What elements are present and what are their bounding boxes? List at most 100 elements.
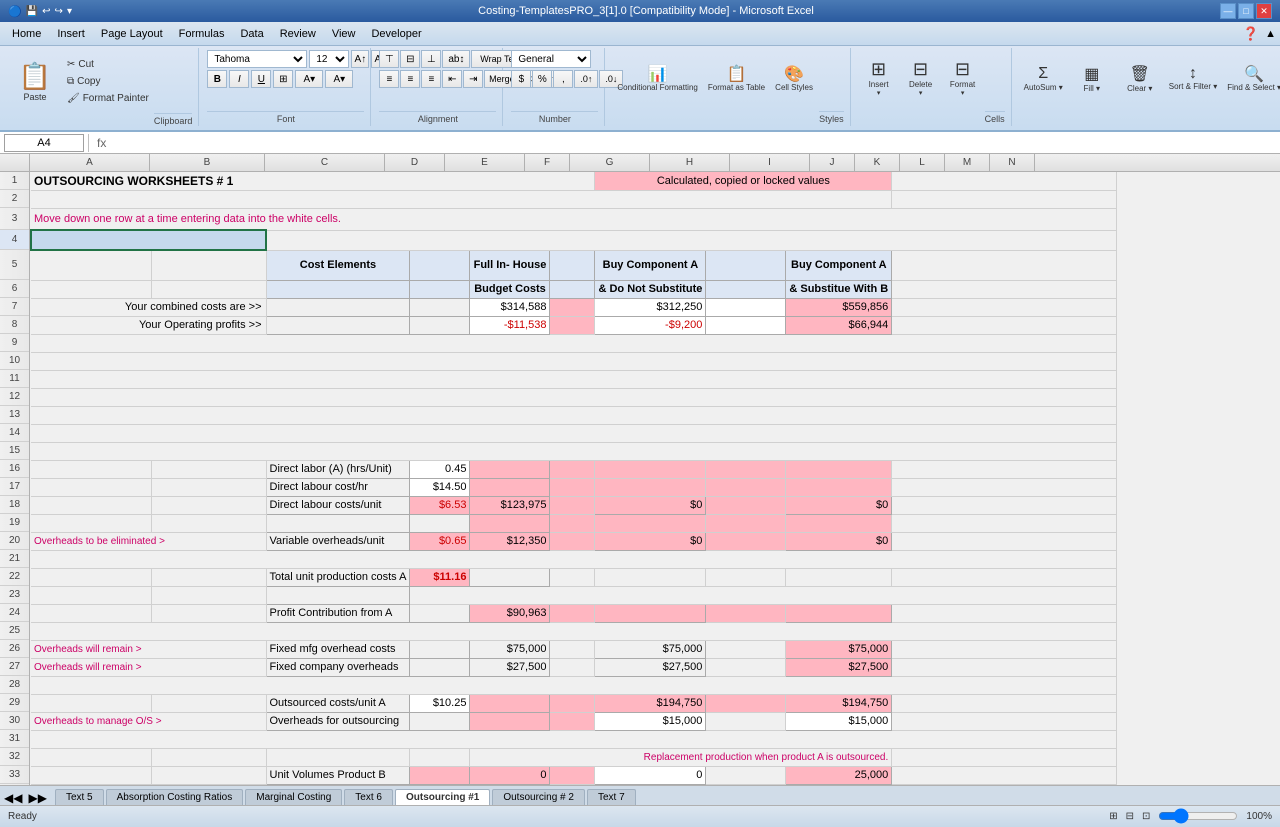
cell-g18[interactable]: $0 (595, 496, 706, 514)
cell-e8[interactable]: -$11,538 (470, 316, 550, 334)
cell-e6[interactable]: Budget Costs (470, 280, 550, 298)
menu-review[interactable]: Review (272, 26, 324, 42)
row-header-7[interactable]: 7 (0, 298, 29, 316)
minimize-btn[interactable]: — (1220, 3, 1236, 19)
col-header-a[interactable]: A (30, 154, 150, 171)
cell-e33[interactable]: 0 (470, 766, 550, 784)
restore-btn[interactable]: □ (1238, 3, 1254, 19)
view-layout-icon[interactable]: ⊟ (1126, 811, 1134, 822)
cell-d18[interactable]: $6.53 (410, 496, 470, 514)
sheet-tab-outsourcing2[interactable]: Outsourcing # 2 (492, 789, 585, 805)
cell-c16[interactable]: Direct labor (A) (hrs/Unit) (266, 460, 410, 478)
corner-select-all[interactable] (0, 154, 30, 171)
cell-d16[interactable]: 0.45 (410, 460, 470, 478)
cell-c30[interactable]: Overheads for outsourcing (266, 712, 410, 730)
col-header-h[interactable]: H (650, 154, 730, 171)
row-header-25[interactable]: 25 (0, 622, 29, 640)
col-header-e[interactable]: E (445, 154, 525, 171)
sheet-tab-text5[interactable]: Text 5 (55, 789, 104, 805)
row-header-26[interactable]: 26 (0, 640, 29, 658)
comma-btn[interactable]: , (553, 70, 573, 88)
row-header-15[interactable]: 15 (0, 442, 29, 460)
cut-button[interactable]: ✂ Cut (62, 57, 154, 72)
conditional-formatting-btn[interactable]: 📊 Conditional Formatting (613, 50, 701, 106)
cell-e26[interactable]: $75,000 (470, 640, 550, 658)
cell-c17[interactable]: Direct labour cost/hr (266, 478, 410, 496)
cell-g33[interactable]: 0 (595, 766, 706, 784)
indent-inc-btn[interactable]: ⇥ (463, 70, 483, 88)
cell-i5[interactable]: Buy Component A (786, 250, 892, 280)
sheet-tab-text7[interactable]: Text 7 (587, 789, 636, 805)
autosum-btn[interactable]: Σ AutoSum ▾ (1020, 50, 1067, 106)
cell-a4[interactable] (31, 230, 266, 250)
row-header-1[interactable]: 1 (0, 172, 29, 190)
cell-a30[interactable]: Overheads to manage O/S > (31, 712, 266, 730)
view-pagebreak-icon[interactable]: ⊡ (1142, 811, 1150, 822)
row-header-13[interactable]: 13 (0, 406, 29, 424)
format-as-table-btn[interactable]: 📋 Format as Table (704, 50, 769, 106)
col-header-n[interactable]: N (990, 154, 1035, 171)
font-color-btn[interactable]: A▾ (325, 70, 353, 88)
cell-a26[interactable]: Overheads will remain > (31, 640, 266, 658)
row-header-22[interactable]: 22 (0, 568, 29, 586)
redo-btn[interactable]: ↪ (55, 6, 63, 17)
cell-a7[interactable]: Your combined costs are >> (31, 298, 266, 316)
font-size-select[interactable]: 12 (309, 50, 349, 68)
sheet-tab-text6[interactable]: Text 6 (344, 789, 393, 805)
insert-cells-btn[interactable]: ⊞ Insert ▾ (859, 50, 899, 106)
left-align-btn[interactable]: ≡ (379, 70, 399, 88)
cell-a8[interactable]: Your Operating profits >> (31, 316, 266, 334)
cell-c26[interactable]: Fixed mfg overhead costs (266, 640, 410, 658)
decimal-inc-btn[interactable]: .0↑ (574, 70, 598, 88)
cell-g27[interactable]: $27,500 (595, 658, 706, 676)
cell-e24[interactable]: $90,963 (470, 604, 550, 622)
menu-data[interactable]: Data (232, 26, 271, 42)
cell-c24[interactable]: Profit Contribution from A (266, 604, 410, 622)
sheet-nav-left[interactable]: ◀◀ (4, 791, 22, 805)
format-cells-btn[interactable]: ⊟ Format ▾ (943, 50, 983, 106)
cell-e7[interactable]: $314,588 (470, 298, 550, 316)
cell-e18[interactable]: $123,975 (470, 496, 550, 514)
sheet-tab-outsourcing1[interactable]: Outsourcing #1 (395, 789, 490, 805)
row-header-29[interactable]: 29 (0, 694, 29, 712)
font-name-select[interactable]: Tahoma (207, 50, 307, 68)
col-header-f[interactable]: F (525, 154, 570, 171)
sort-filter-btn[interactable]: ↕ Sort & Filter ▾ (1165, 50, 1221, 106)
cell-d20[interactable]: $0.65 (410, 532, 470, 550)
row-header-12[interactable]: 12 (0, 388, 29, 406)
row-header-14[interactable]: 14 (0, 424, 29, 442)
help-icon[interactable]: ❓ (1243, 26, 1259, 42)
cell-d22[interactable]: $11.16 (410, 568, 470, 586)
cell-a20[interactable]: Overheads to be eliminated > (31, 532, 266, 550)
cell-g5[interactable]: Buy Component A (595, 250, 706, 280)
cell-c20[interactable]: Variable overheads/unit (266, 532, 410, 550)
menu-view[interactable]: View (324, 26, 364, 42)
undo-btn[interactable]: ↩ (42, 6, 50, 17)
menu-developer[interactable]: Developer (363, 26, 429, 42)
row-header-20[interactable]: 20 (0, 532, 29, 550)
text-direction-btn[interactable]: ab↕ (442, 50, 470, 68)
row-header-3[interactable]: 3 (0, 208, 29, 230)
row-header-8[interactable]: 8 (0, 316, 29, 334)
sheet-tab-absorption[interactable]: Absorption Costing Ratios (106, 789, 244, 805)
row-header-23[interactable]: 23 (0, 586, 29, 604)
row-header-18[interactable]: 18 (0, 496, 29, 514)
cell-e32[interactable]: Replacement production when product A is… (470, 748, 892, 766)
row-header-9[interactable]: 9 (0, 334, 29, 352)
row-header-4[interactable]: 4 (0, 230, 29, 250)
cell-a27[interactable]: Overheads will remain > (31, 658, 266, 676)
italic-btn[interactable]: I (229, 70, 249, 88)
cell-c29[interactable]: Outsourced costs/unit A (266, 694, 410, 712)
cell-g20[interactable]: $0 (595, 532, 706, 550)
row-header-27[interactable]: 27 (0, 658, 29, 676)
row-header-30[interactable]: 30 (0, 712, 29, 730)
menu-formulas[interactable]: Formulas (171, 26, 233, 42)
cell-g26[interactable]: $75,000 (595, 640, 706, 658)
col-header-i[interactable]: I (730, 154, 810, 171)
close-btn[interactable]: ✕ (1256, 3, 1272, 19)
col-header-l[interactable]: L (900, 154, 945, 171)
cell-e20[interactable]: $12,350 (470, 532, 550, 550)
find-select-btn[interactable]: 🔍 Find & Select ▾ (1223, 50, 1280, 106)
cell-d29[interactable]: $10.25 (410, 694, 470, 712)
menu-page-layout[interactable]: Page Layout (93, 26, 171, 42)
